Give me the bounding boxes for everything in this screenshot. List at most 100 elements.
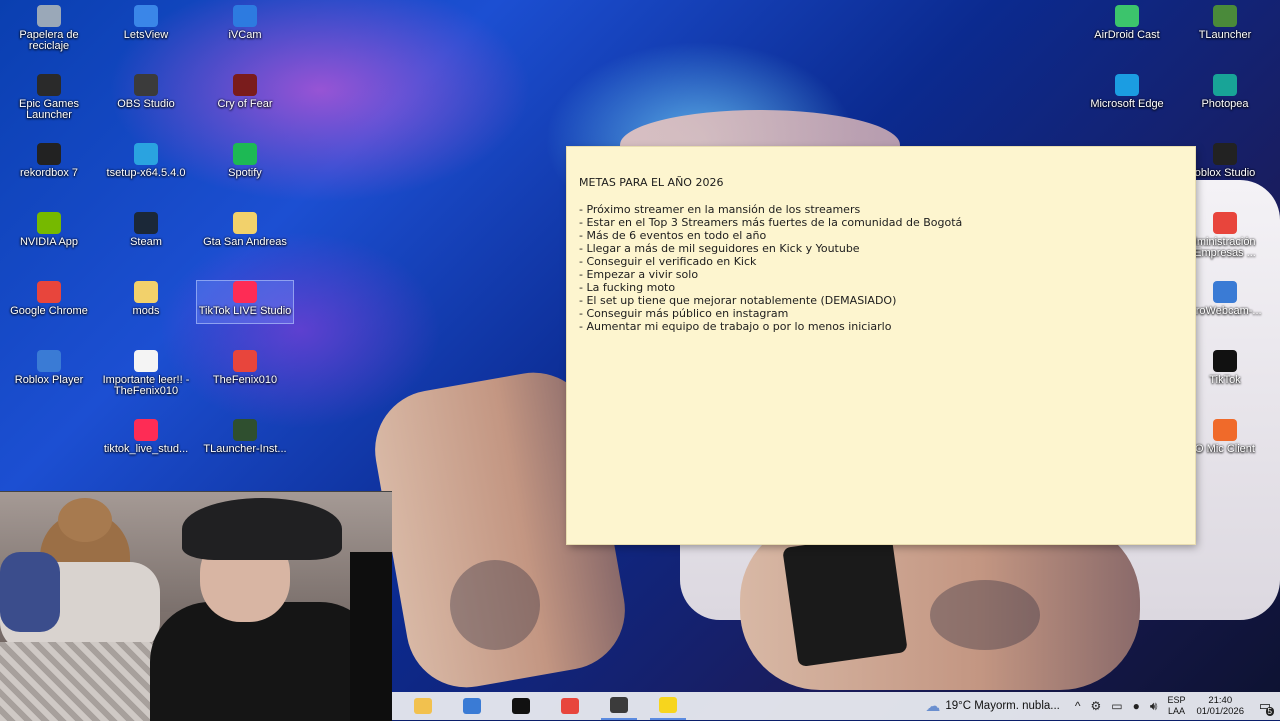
desktop-icon[interactable]: Importante leer!! - TheFenix010 bbox=[98, 350, 194, 397]
telegram-icon bbox=[134, 143, 158, 165]
goal-item: - La fucking moto bbox=[579, 281, 676, 294]
goal-item: - El set up tiene que mejorar notablemen… bbox=[579, 294, 897, 307]
taskbar-app-button[interactable] bbox=[601, 692, 637, 720]
desktop-icon[interactable]: rekordbox 7 bbox=[1, 143, 97, 179]
desktop-icon[interactable]: NVIDIA App bbox=[1, 212, 97, 248]
clock-time: 21:40 bbox=[1208, 695, 1233, 706]
desktop-icon[interactable]: AirDroid Cast bbox=[1079, 5, 1175, 41]
notification-count: 5 bbox=[1265, 707, 1274, 716]
taskbar-app-button[interactable] bbox=[552, 692, 588, 720]
nvidia-icon bbox=[37, 212, 61, 234]
chrome-shortcut-icon bbox=[233, 350, 257, 372]
taskbar-app-button[interactable] bbox=[650, 692, 686, 720]
desktop-icon[interactable]: Photopea bbox=[1177, 74, 1273, 110]
desktop-icon-label: Photopea bbox=[1201, 98, 1249, 110]
desktop-icon-label: Epic Games Launcher bbox=[19, 98, 79, 121]
desktop-icon-label: TLauncher-Inst... bbox=[203, 443, 287, 455]
meet-now-icon[interactable]: ⚙ bbox=[1091, 699, 1102, 713]
taskbar: ☁ 19°C Mayorm. nubla... ^ ⚙ ▭ ● 🔊︎ ESP L… bbox=[392, 692, 1280, 720]
tiktok-live-icon bbox=[233, 281, 257, 303]
language-line2: LAA bbox=[1167, 706, 1185, 716]
desktop-icon[interactable]: Steam bbox=[98, 212, 194, 248]
desktop-icon-label: Cry of Fear bbox=[217, 98, 273, 110]
obs-icon bbox=[134, 74, 158, 96]
chair bbox=[350, 552, 392, 721]
tlauncher-icon bbox=[1213, 5, 1237, 27]
text-file-icon bbox=[134, 350, 158, 372]
desktop-icon-label: TLauncher bbox=[1198, 29, 1252, 41]
chevron-up-icon[interactable]: ^ bbox=[1075, 699, 1081, 713]
taskbar-app-button[interactable] bbox=[503, 692, 539, 720]
cry-of-fear-icon bbox=[233, 74, 257, 96]
clock[interactable]: 21:40 01/01/2026 bbox=[1196, 695, 1244, 717]
desktop-icon[interactable]: Gta San Andreas bbox=[197, 212, 293, 248]
desktop-icon[interactable]: tiktok_live_stud... bbox=[98, 419, 194, 455]
desktop-icon-label: Spotify bbox=[228, 167, 262, 179]
desktop-icon-label: iVCam bbox=[228, 29, 262, 41]
notifications-button[interactable]: ▭ 5 bbox=[1250, 692, 1280, 720]
desktop-icon[interactable]: Roblox Player bbox=[1, 350, 97, 386]
desktop-icon[interactable]: Epic Games Launcher bbox=[1, 74, 97, 121]
taskbar-app-button[interactable] bbox=[454, 692, 490, 720]
webcam-overlay bbox=[0, 491, 392, 721]
desktop-icon[interactable]: mods bbox=[98, 281, 194, 317]
desktop-icon-label: TheFenix010 bbox=[212, 374, 278, 386]
goal-item: - Aumentar mi equipo de trabajo o por lo… bbox=[579, 320, 892, 333]
language-indicator[interactable]: ESP LAA bbox=[1167, 695, 1185, 717]
desktop-icon-label: OBS Studio bbox=[117, 98, 175, 110]
network-icon[interactable]: ▭ bbox=[1111, 699, 1122, 713]
goal-item: - Conseguir el verificado en Kick bbox=[579, 255, 757, 268]
rekordbox-icon bbox=[37, 143, 61, 165]
desktop-icon[interactable]: TikTok LIVE Studio bbox=[196, 280, 294, 324]
desktop-icon[interactable]: iVCam bbox=[197, 5, 293, 41]
desktop-icon[interactable]: Microsoft Edge bbox=[1079, 74, 1175, 110]
sticky-note[interactable]: METAS PARA EL AÑO 2026 - Próximo streame… bbox=[567, 147, 1195, 544]
desktop-icon-label: TikTok LIVE Studio bbox=[198, 305, 292, 317]
epic-games-icon bbox=[37, 74, 61, 96]
desktop-icon-label: LetsView bbox=[123, 29, 169, 41]
goal-item: - Estar en el Top 3 Streamers más fuerte… bbox=[579, 216, 963, 229]
microphone-icon[interactable]: ● bbox=[1133, 699, 1140, 713]
steam-icon bbox=[134, 212, 158, 234]
chrome-icon bbox=[561, 698, 579, 714]
obs-icon bbox=[610, 697, 628, 713]
folder-icon bbox=[233, 212, 257, 234]
desktop-icon[interactable]: LetsView bbox=[98, 5, 194, 41]
desktop-icon[interactable]: Google Chrome bbox=[1, 281, 97, 317]
desktop-icon[interactable]: Cry of Fear bbox=[197, 74, 293, 110]
recycle-bin-icon bbox=[37, 5, 61, 27]
roblox-icon bbox=[37, 350, 61, 372]
streamer-body bbox=[150, 602, 380, 721]
edge-icon bbox=[1115, 74, 1139, 96]
wallpaper-tattoo bbox=[450, 560, 540, 650]
desktop-icon[interactable]: Spotify bbox=[197, 143, 293, 179]
language-line1: ESP bbox=[1167, 695, 1186, 705]
bucket-hat bbox=[182, 498, 342, 560]
desktop-icon-label: Roblox Player bbox=[14, 374, 84, 386]
wallpaper-wristband bbox=[782, 532, 908, 668]
desktop-icon[interactable]: TLauncher-Inst... bbox=[197, 419, 293, 455]
system-tray: ☁ 19°C Mayorm. nubla... ^ ⚙ ▭ ● 🔊︎ ESP L… bbox=[920, 692, 1280, 720]
photopea-icon bbox=[1213, 74, 1237, 96]
pillow-blue bbox=[0, 552, 60, 632]
desktop-icon[interactable]: TLauncher bbox=[1177, 5, 1273, 41]
volume-icon[interactable]: 🔊︎ bbox=[1150, 699, 1158, 714]
roblox-studio-icon bbox=[1213, 143, 1237, 165]
folder-icon bbox=[134, 281, 158, 303]
desktop-icon-label: mods bbox=[132, 305, 160, 317]
weather-label[interactable]: 19°C Mayorm. nubla... bbox=[945, 700, 1060, 712]
file-explorer-icon bbox=[414, 698, 432, 714]
desktop-icon[interactable]: OBS Studio bbox=[98, 74, 194, 110]
desktop-icon[interactable]: Papelera de reciclaje bbox=[1, 5, 97, 52]
desktop-icon[interactable]: TheFenix010 bbox=[197, 350, 293, 386]
sticky-notes-icon bbox=[659, 697, 677, 713]
cloud-icon: ☁ bbox=[925, 698, 941, 715]
prowebcam-icon bbox=[1213, 281, 1237, 303]
tiktok-installer-icon bbox=[134, 419, 158, 441]
desktop-icon[interactable]: tsetup-x64.5.4.0 bbox=[98, 143, 194, 179]
desktop-icon-label: Papelera de reciclaje bbox=[19, 29, 79, 52]
goal-item: - Más de 6 eventos en todo el año bbox=[579, 229, 767, 242]
taskbar-app-button[interactable] bbox=[405, 692, 441, 720]
desktop-icon-label: tsetup-x64.5.4.0 bbox=[106, 167, 186, 179]
letsview-icon bbox=[134, 5, 158, 27]
